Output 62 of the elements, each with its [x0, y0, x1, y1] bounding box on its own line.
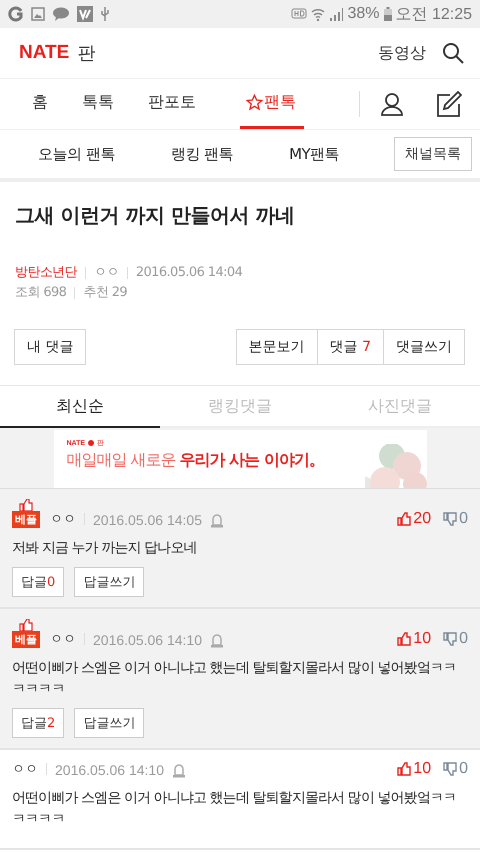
like-button[interactable]: 20	[397, 510, 432, 528]
like-button[interactable]: 10	[397, 630, 432, 648]
app-icon	[77, 6, 93, 22]
comments-button[interactable]: 댓글 7	[316, 329, 384, 365]
comment-text: 어떤이삐가 스엠은 이거 아니냐고 했는데 탈퇴할지몰라서 많이 넣어봤엌ㅋㅋㅋㅋㅋㅋ	[12, 659, 458, 699]
nav-tab[interactable]: 홈	[22, 79, 58, 129]
comment-author: ㅇㅇ	[12, 761, 38, 778]
write-reply-button[interactable]: 답글쓰기	[74, 567, 144, 597]
edit-icon[interactable]	[436, 91, 462, 117]
thumbs-up-icon	[397, 512, 412, 526]
replies-button[interactable]: 답글0	[12, 567, 64, 597]
wifi-icon	[311, 7, 326, 21]
clock: 오전 12:25	[396, 4, 472, 24]
battery-percent: 38%	[347, 5, 380, 23]
comment-text: 저봐 지금 누가 까는지 답나오네	[12, 539, 198, 558]
post-title: 그새 이런거 까지 만들어서 까네	[15, 202, 296, 229]
comment-date: 2016.05.06 14:05	[93, 512, 202, 528]
nav-tab[interactable]: 팬톡	[240, 79, 304, 129]
sub-nav-link[interactable]: MY팬톡	[289, 144, 340, 164]
comment-date: 2016.05.06 14:10	[55, 762, 164, 778]
thumbs-up-icon	[19, 499, 33, 511]
thumbs-up-icon	[19, 619, 33, 631]
nav-tab[interactable]: 판포토	[138, 79, 206, 129]
channel-list-button[interactable]: 채널목록	[394, 137, 472, 171]
recommend-count: 추천 29	[83, 284, 128, 302]
thumbs-up-icon	[397, 762, 412, 776]
sub-nav-link[interactable]: 랭킹 팬톡	[170, 144, 234, 164]
comment-date: 2016.05.06 14:10	[93, 632, 202, 648]
thumbs-down-icon	[443, 512, 458, 526]
video-link[interactable]: 동영상	[378, 42, 426, 64]
replies-button[interactable]: 답글2	[12, 708, 64, 738]
search-icon[interactable]	[442, 42, 464, 64]
my-comments-button[interactable]: 내 댓글	[14, 329, 86, 365]
sub-nav-link[interactable]: 오늘의 팬톡	[38, 144, 115, 164]
thumbs-down-icon	[443, 762, 458, 776]
comment-author: ㅇㅇ	[50, 631, 76, 648]
logo[interactable]: NATE	[19, 42, 70, 64]
dot-icon	[88, 440, 94, 446]
banner-slogan: 매일매일 새로운 우리가 사는 이야기。	[66, 450, 324, 471]
thumbs-up-icon	[397, 632, 412, 646]
logo-suffix[interactable]: 판	[77, 41, 96, 65]
hd-icon	[291, 8, 308, 20]
write-comment-button[interactable]: 댓글쓰기	[383, 329, 465, 365]
author-name: ㅇㅇ	[94, 264, 119, 282]
user-icon[interactable]	[380, 92, 404, 116]
view-body-button[interactable]: 본문보기	[236, 329, 318, 365]
chat-bubble-icon	[52, 7, 70, 21]
channel-link[interactable]: 방탄소년단	[15, 263, 78, 283]
view-count: 조회 698	[15, 284, 66, 302]
dislike-button[interactable]: 0	[443, 760, 468, 778]
comment-author: ㅇㅇ	[50, 511, 76, 528]
comment-text: 어떤이삐가 스엠은 이거 아니냐고 했는데 탈퇴할지몰라서 많이 넣어봤엌ㅋㅋㅋㅋㅋㅋ	[12, 789, 458, 829]
signal-icon	[329, 7, 344, 21]
post-date: 2016.05.06 14:04	[136, 264, 242, 282]
thumbs-down-icon	[443, 632, 458, 646]
app-icon	[8, 6, 24, 22]
nav-tab[interactable]: 톡톡	[72, 79, 124, 129]
usb-icon	[100, 6, 110, 22]
image-icon	[31, 7, 45, 21]
like-button[interactable]: 10	[397, 760, 432, 778]
battery-icon	[384, 7, 392, 21]
write-reply-button[interactable]: 답글쓰기	[74, 708, 144, 738]
